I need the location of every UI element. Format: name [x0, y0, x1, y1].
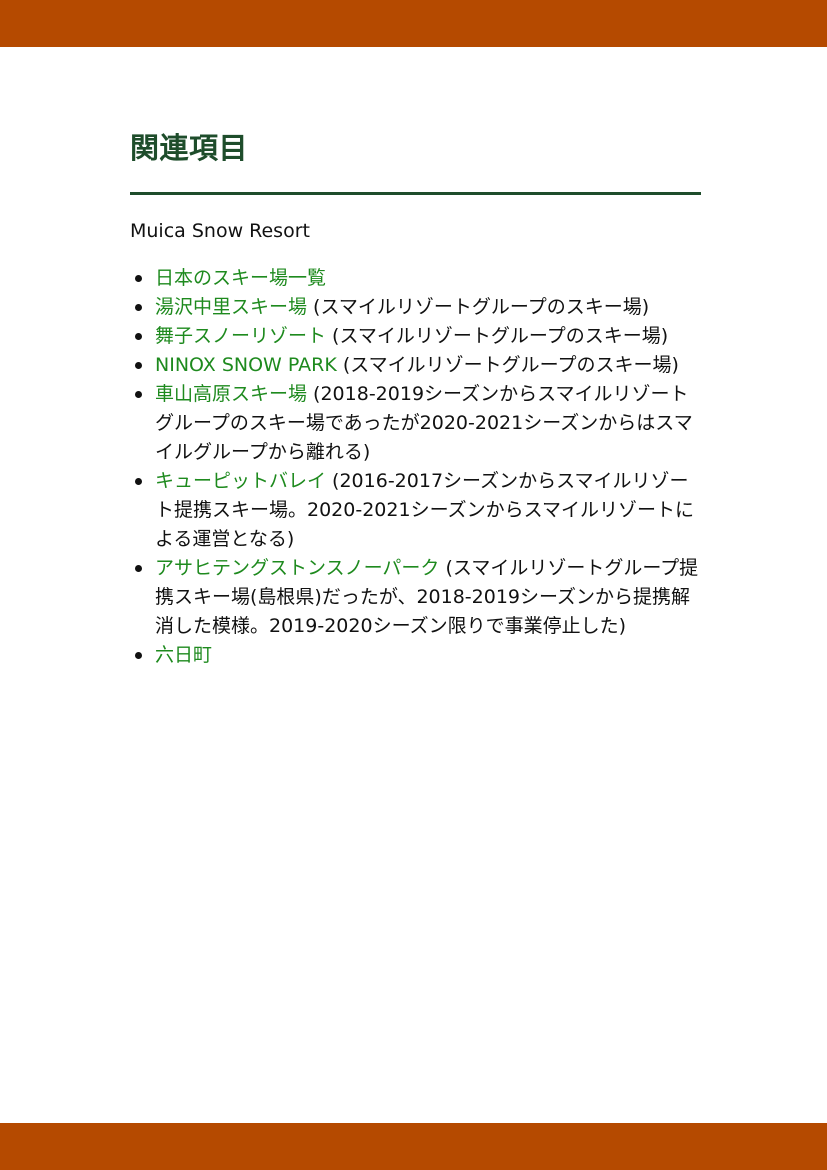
- related-link[interactable]: NINOX SNOW PARK: [155, 354, 337, 376]
- bullet-icon: [135, 362, 142, 369]
- bottom-accent-bar: [0, 1123, 827, 1170]
- heading-divider: [130, 192, 701, 195]
- list-item: 六日町: [130, 641, 701, 670]
- intro-text: Muica Snow Resort: [130, 220, 310, 242]
- list-item: 舞子スノーリゾート (スマイルリゾートグループのスキー場): [130, 322, 701, 351]
- list-item: 日本のスキー場一覧: [130, 264, 701, 293]
- related-note: (スマイルリゾートグループのスキー場): [307, 296, 650, 318]
- list-item: NINOX SNOW PARK (スマイルリゾートグループのスキー場): [130, 351, 701, 380]
- related-note: (スマイルリゾートグループのスキー場): [326, 325, 669, 347]
- related-list: 日本のスキー場一覧 湯沢中里スキー場 (スマイルリゾートグループのスキー場) 舞…: [130, 264, 701, 670]
- bullet-icon: [135, 275, 142, 282]
- related-link[interactable]: 舞子スノーリゾート: [155, 325, 326, 347]
- list-item: 車山高原スキー場 (2018-2019シーズンからスマイルリゾートグループのスキ…: [130, 380, 701, 467]
- bullet-icon: [135, 391, 142, 398]
- related-link[interactable]: 車山高原スキー場: [155, 383, 307, 405]
- related-link[interactable]: 湯沢中里スキー場: [155, 296, 307, 318]
- bullet-icon: [135, 333, 142, 340]
- list-item: 湯沢中里スキー場 (スマイルリゾートグループのスキー場): [130, 293, 701, 322]
- list-item: アサヒテングストンスノーパーク (スマイルリゾートグループ提携スキー場(島根県)…: [130, 554, 701, 641]
- related-link[interactable]: キューピットバレイ: [155, 470, 326, 492]
- related-link[interactable]: 六日町: [155, 644, 212, 666]
- bullet-icon: [135, 652, 142, 659]
- related-note: (スマイルリゾートグループのスキー場): [336, 354, 679, 376]
- related-section: 関連項目 Muica Snow Resort 日本のスキー場一覧 湯沢中里スキー…: [130, 126, 701, 670]
- bullet-icon: [135, 565, 142, 572]
- bullet-icon: [135, 304, 142, 311]
- list-item: キューピットバレイ (2016-2017シーズンからスマイルリゾート提携スキー場…: [130, 467, 701, 554]
- related-link[interactable]: 日本のスキー場一覧: [155, 267, 326, 289]
- section-heading: 関連項目: [130, 131, 249, 165]
- top-accent-bar: [0, 0, 827, 47]
- bullet-icon: [135, 478, 142, 485]
- related-link[interactable]: アサヒテングストンスノーパーク: [155, 557, 439, 579]
